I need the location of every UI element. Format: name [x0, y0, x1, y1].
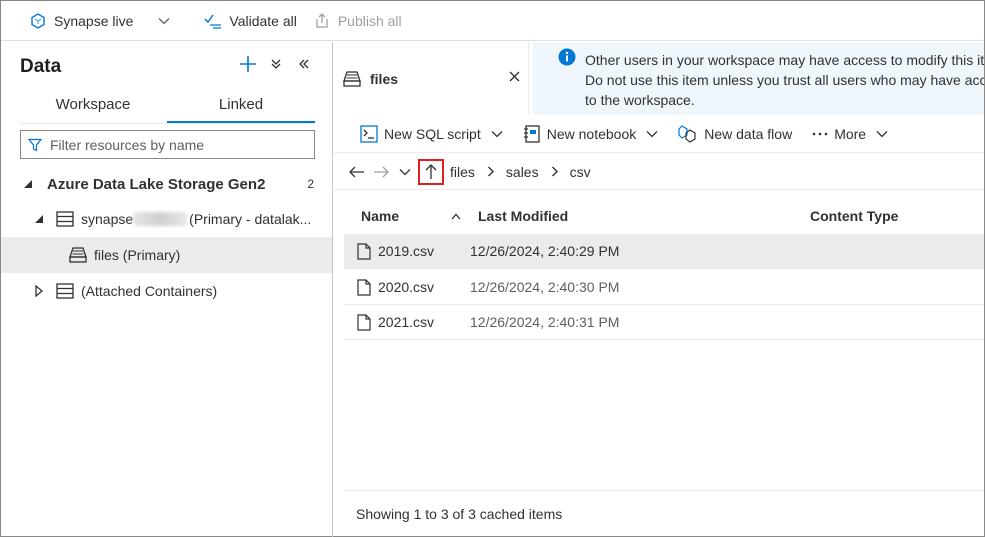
more-button[interactable]: More: [812, 126, 888, 142]
validate-checklist-icon: [204, 12, 222, 30]
tree-group-label: Azure Data Lake Storage Gen2: [47, 175, 266, 193]
breadcrumb-files[interactable]: files: [450, 164, 475, 180]
container-label: files (Primary): [94, 247, 181, 263]
tab-title: files: [370, 70, 399, 87]
new-data-flow-label: New data flow: [704, 125, 793, 142]
tab-workspace[interactable]: Workspace: [19, 92, 167, 123]
pane-title: Data: [20, 56, 62, 77]
new-notebook-button[interactable]: New notebook: [523, 124, 659, 143]
expand-all-icon[interactable]: [266, 54, 286, 74]
container-icon: [69, 247, 87, 263]
publish-all-button[interactable]: Publish all: [305, 1, 410, 41]
chevron-down-icon: [155, 12, 173, 30]
container-icon: [343, 70, 361, 87]
info-line: to the workspace.: [585, 92, 695, 108]
notebook-icon: [523, 124, 541, 143]
file-icon: [357, 278, 371, 296]
chevron-down-icon: [646, 130, 658, 138]
file-name: 2021.csv: [378, 314, 435, 330]
new-sql-script-label: New SQL script: [384, 125, 481, 142]
table-row[interactable]: 2019.csv 12/26/2024, 2:40:29 PM: [344, 234, 984, 269]
column-header-content-type[interactable]: Content Type: [810, 208, 980, 224]
forward-arrow-icon[interactable]: [370, 161, 392, 183]
filter-placeholder: Filter resources by name: [50, 136, 205, 153]
file-modified: 12/26/2024, 2:40:30 PM: [470, 279, 620, 295]
new-notebook-label: New notebook: [546, 125, 637, 142]
pane-tabs: Workspace Linked: [19, 92, 315, 124]
tab-linked[interactable]: Linked: [167, 92, 315, 123]
close-icon[interactable]: [509, 69, 520, 85]
synapse-icon: [29, 12, 47, 30]
validate-all-button[interactable]: Validate all: [196, 1, 304, 41]
data-flow-icon: [678, 124, 698, 143]
new-data-flow-button[interactable]: New data flow: [678, 124, 793, 143]
more-label: More: [834, 125, 867, 142]
info-line: Do not use this item unless you trust al…: [585, 72, 984, 88]
tree-item-attached-containers[interactable]: (Attached Containers): [1, 273, 332, 309]
table-row[interactable]: 2021.csv 12/26/2024, 2:40:31 PM: [344, 305, 984, 340]
expanded-triangle-icon: [32, 214, 46, 224]
new-sql-script-button[interactable]: New SQL script: [360, 124, 503, 143]
attached-containers-label: (Attached Containers): [81, 283, 218, 299]
redacted-account-name: [133, 212, 188, 226]
tree-item-files-container[interactable]: files (Primary): [1, 237, 332, 273]
storage-account-prefix: synapse: [81, 211, 134, 227]
chevron-down-icon: [491, 130, 503, 138]
info-banner: Other users in your workspace may have a…: [533, 42, 984, 115]
breadcrumb-sales[interactable]: sales: [506, 164, 539, 180]
synapse-live-dropdown[interactable]: Synapse live: [1, 1, 188, 41]
breadcrumb-csv[interactable]: csv: [570, 164, 591, 180]
sort-ascending-icon[interactable]: [434, 213, 478, 220]
file-modified: 12/26/2024, 2:40:31 PM: [470, 314, 620, 330]
up-arrow-icon: [425, 163, 437, 179]
info-text: Other users in your workspace may have a…: [585, 50, 984, 115]
history-chevron-down-icon[interactable]: [394, 161, 416, 183]
tree-group-count: 2: [307, 177, 314, 191]
column-header-name[interactable]: Name: [344, 208, 434, 224]
pane-actions: [238, 54, 314, 74]
file-icon: [357, 313, 371, 331]
chevron-right-icon: [487, 166, 494, 177]
tab-files[interactable]: files: [334, 42, 529, 115]
file-modified: 12/26/2024, 2:40:29 PM: [470, 243, 620, 259]
info-icon: [558, 48, 576, 69]
synapse-live-label: Synapse live: [54, 12, 134, 29]
storage-account-icon: [56, 283, 74, 299]
file-name: 2019.csv: [378, 243, 435, 259]
add-icon[interactable]: [238, 54, 258, 74]
file-name: 2020.csv: [378, 279, 435, 295]
tree-group-adls[interactable]: Azure Data Lake Storage Gen2 2: [1, 166, 332, 202]
column-header-last-modified[interactable]: Last Modified: [478, 208, 810, 224]
storage-account-icon: [56, 211, 74, 227]
data-pane: Data Workspace Linked Filter resources b…: [1, 42, 333, 537]
chevron-right-icon: [551, 166, 558, 177]
more-dots-icon: [812, 132, 828, 136]
filter-input[interactable]: Filter resources by name: [20, 130, 315, 159]
tree-item-storage-account[interactable]: synapse (Primary - datalak...: [1, 201, 332, 237]
publish-all-label: Publish all: [337, 12, 402, 29]
collapsed-triangle-icon: [32, 285, 46, 297]
explorer-actions: New SQL script New notebook New data flo…: [334, 115, 984, 153]
storage-account-suffix: (Primary - datalak...: [189, 211, 312, 227]
up-level-button[interactable]: [418, 158, 444, 185]
status-text: Showing 1 to 3 of 3 cached items: [356, 505, 563, 522]
validate-all-label: Validate all: [229, 12, 297, 29]
sql-script-icon: [360, 124, 378, 143]
table-row[interactable]: 2020.csv 12/26/2024, 2:40:30 PM: [344, 270, 984, 305]
expanded-triangle-icon: [21, 179, 35, 189]
back-arrow-icon[interactable]: [346, 161, 368, 183]
chevron-down-icon: [876, 130, 888, 138]
publish-upload-icon: [313, 12, 331, 30]
status-bar: Showing 1 to 3 of 3 cached items: [344, 490, 984, 536]
filter-icon: [28, 138, 42, 152]
file-icon: [357, 242, 371, 260]
top-toolbar: Synapse live Validate all Publish all: [1, 1, 984, 41]
file-table-header: Name Last Modified Content Type: [344, 199, 984, 233]
file-explorer-pane: files Other users in your workspace may …: [334, 42, 984, 537]
collapse-pane-icon[interactable]: [294, 54, 314, 74]
path-bar: files sales csv: [334, 154, 984, 190]
info-line: Other users in your workspace may have a…: [585, 52, 984, 68]
